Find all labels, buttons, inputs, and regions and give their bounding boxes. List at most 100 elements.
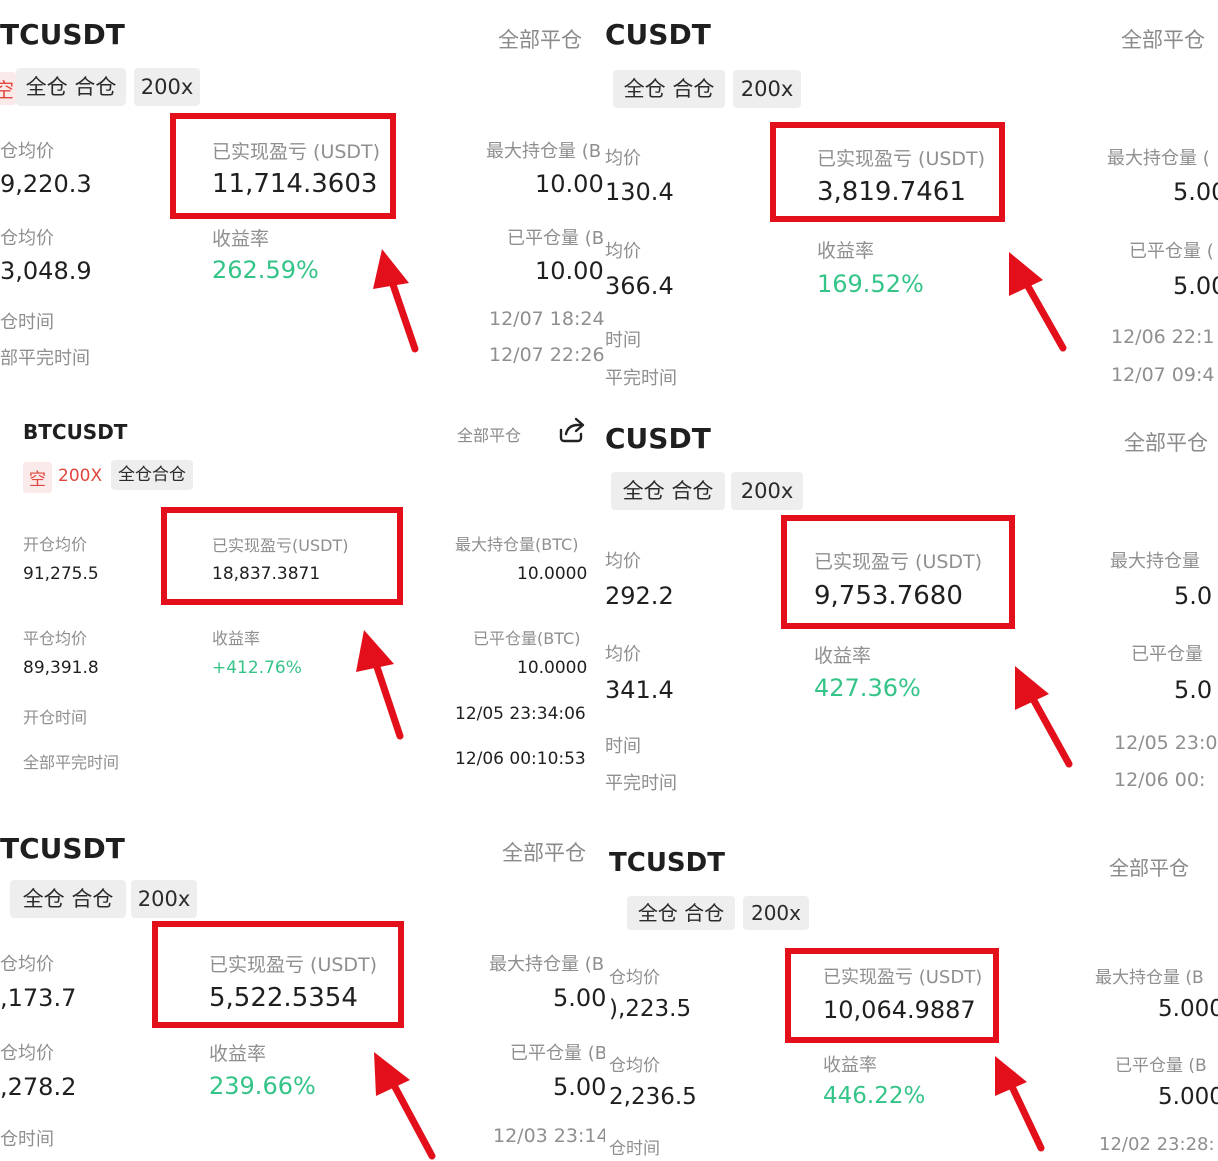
close-all-button[interactable]: 全部平仓 xyxy=(1121,24,1205,54)
close-avg-label: 仓均价 xyxy=(0,1043,54,1064)
margin-mode-chip: 全仓 合仓 xyxy=(627,896,735,930)
closed-qty-value: 10.000 xyxy=(535,257,605,285)
close-time-label: 部平完时间 xyxy=(0,348,90,369)
close-avg-value: 89,391.8 xyxy=(23,658,99,678)
roi-label: 收益率 xyxy=(209,1043,267,1065)
leverage-chip: 200x xyxy=(134,68,200,106)
closed-qty-label: 已平仓量 (B xyxy=(510,1043,605,1064)
close-avg-label: 仓均价 xyxy=(609,1056,660,1076)
symbol-title: BTCUSDT xyxy=(23,420,128,444)
position-card-2: CUSDT 全部平仓 全仓 合仓 200x 均价 130.4 均价 366.4 … xyxy=(605,0,1218,400)
max-position-label: 最大持仓量 (B xyxy=(489,954,605,975)
share-icon[interactable] xyxy=(556,416,586,444)
roi-label: 收益率 xyxy=(823,1055,877,1076)
leverage-chip: 200x xyxy=(733,70,801,108)
closed-qty-label: 已平仓量 ( xyxy=(1129,241,1214,262)
open-avg-value: 130.4 xyxy=(605,178,674,206)
symbol-title: TCUSDT xyxy=(0,18,125,51)
max-position-value: 10.000 xyxy=(535,170,605,198)
symbol-title: CUSDT xyxy=(605,422,711,455)
close-time-label: 全部平完时间 xyxy=(23,753,120,772)
roi-label: 收益率 xyxy=(814,645,872,667)
close-avg-label: 均价 xyxy=(605,241,641,262)
open-time-value: 12/07 18:24: xyxy=(489,308,605,330)
roi-label: 收益率 xyxy=(212,629,261,648)
open-time-value: 12/05 23:34:06 xyxy=(455,704,586,724)
close-all-button[interactable]: 全部平仓 xyxy=(502,837,586,867)
red-arrow-icon xyxy=(1009,252,1067,352)
close-avg-value: 366.4 xyxy=(605,272,674,300)
red-arrow-icon xyxy=(373,249,419,353)
open-time-value: 12/05 23:0 xyxy=(1114,732,1218,754)
close-avg-value: 3,048.9 xyxy=(0,257,92,285)
open-avg-label: 均价 xyxy=(605,148,641,169)
close-all-button[interactable]: 全部平仓 xyxy=(1109,852,1189,881)
position-card-6: TCUSDT 全部平仓 全仓 合仓 200x 仓均价 ),223.5 仓均价 2… xyxy=(605,818,1218,1161)
max-position-label: 最大持仓量 xyxy=(1110,551,1200,572)
highlight-box xyxy=(781,515,1015,629)
open-time-label: 开仓时间 xyxy=(23,708,88,727)
roi-value: +412.76% xyxy=(212,658,302,678)
open-avg-label: 仓均价 xyxy=(0,954,54,975)
side-badge: 空 xyxy=(0,72,16,105)
open-time-label: 仓时间 xyxy=(0,312,54,333)
open-avg-label: 仓均价 xyxy=(0,141,54,162)
open-avg-label: 开仓均价 xyxy=(23,535,88,554)
open-avg-value: 91,275.5 xyxy=(23,564,99,584)
position-card-5: TCUSDT 全部平仓 全仓 合仓 200x 仓均价 ,173.7 仓均价 ,2… xyxy=(0,810,605,1161)
leverage-chip: 200x xyxy=(131,880,197,918)
position-card-1: TCUSDT 全部平仓 空 全仓 合仓 200x 仓均价 9,220.3 仓均价… xyxy=(0,0,605,398)
max-position-label: 最大持仓量 ( xyxy=(1107,148,1210,169)
closed-qty-value: 5.0 xyxy=(1174,676,1213,704)
open-avg-value: 9,220.3 xyxy=(0,170,92,198)
margin-mode-chip: 全仓合仓 xyxy=(111,460,193,490)
closed-qty-value: 10.0000 xyxy=(517,658,588,678)
close-all-button[interactable]: 全部平仓 xyxy=(1124,427,1208,457)
max-position-label: 最大持仓量(BTC) xyxy=(455,535,579,554)
leverage-label: 200X xyxy=(58,466,103,486)
close-avg-label: 仓均价 xyxy=(0,228,54,249)
close-avg-value: ,278.2 xyxy=(0,1073,77,1101)
close-all-button[interactable]: 全部平仓 xyxy=(457,422,521,446)
close-time-value: 12/06 00: xyxy=(1114,769,1206,791)
closed-qty-label: 已平仓量 (B xyxy=(507,228,605,249)
max-position-value: 5.00 xyxy=(1173,178,1218,206)
side-badge: 空 xyxy=(23,462,52,493)
margin-mode-chip: 全仓 合仓 xyxy=(611,472,725,510)
red-arrow-icon xyxy=(374,1052,436,1160)
leverage-chip: 200x xyxy=(743,896,809,930)
highlight-box xyxy=(161,507,403,605)
closed-qty-label: 已平仓量 (B xyxy=(1115,1056,1207,1076)
margin-mode-chip: 全仓 合仓 xyxy=(16,68,126,106)
roi-value: 239.66% xyxy=(209,1072,316,1100)
red-arrow-icon xyxy=(356,630,404,740)
symbol-title: TCUSDT xyxy=(609,848,725,878)
roi-label: 收益率 xyxy=(212,228,270,250)
close-all-button[interactable]: 全部平仓 xyxy=(498,24,582,54)
closed-qty-value: 5.00 xyxy=(553,1073,605,1101)
highlight-box xyxy=(770,122,1005,222)
roi-value: 262.59% xyxy=(212,256,319,284)
open-time-label: 仓时间 xyxy=(0,1129,54,1150)
red-arrow-icon xyxy=(995,1056,1045,1152)
open-avg-value: 292.2 xyxy=(605,582,674,610)
highlight-box xyxy=(170,113,396,219)
close-time-label: 平完时间 xyxy=(605,773,677,794)
open-avg-label: 均价 xyxy=(605,551,641,572)
margin-mode-chip: 全仓 合仓 xyxy=(613,70,725,108)
open-time-label: 仓时间 xyxy=(609,1139,660,1159)
red-arrow-icon xyxy=(1015,666,1073,768)
close-time-value: 12/07 22:26: xyxy=(489,344,605,366)
max-position-value: 5.0 xyxy=(1174,582,1213,610)
highlight-box xyxy=(152,921,404,1028)
margin-mode-chip: 全仓 合仓 xyxy=(10,880,126,918)
open-time-value: 12/06 22:1 xyxy=(1111,326,1215,348)
max-position-value: 10.0000 xyxy=(517,564,588,584)
close-avg-label: 平仓均价 xyxy=(23,629,88,648)
close-avg-value: 2,236.5 xyxy=(609,1084,697,1110)
open-time-label: 时间 xyxy=(605,736,641,757)
close-time-value: 12/07 09:4 xyxy=(1111,364,1215,386)
close-time-value: 12/06 00:10:53 xyxy=(455,749,586,769)
max-position-label: 最大持仓量 (B xyxy=(486,141,602,162)
roi-value: 446.22% xyxy=(823,1083,926,1109)
